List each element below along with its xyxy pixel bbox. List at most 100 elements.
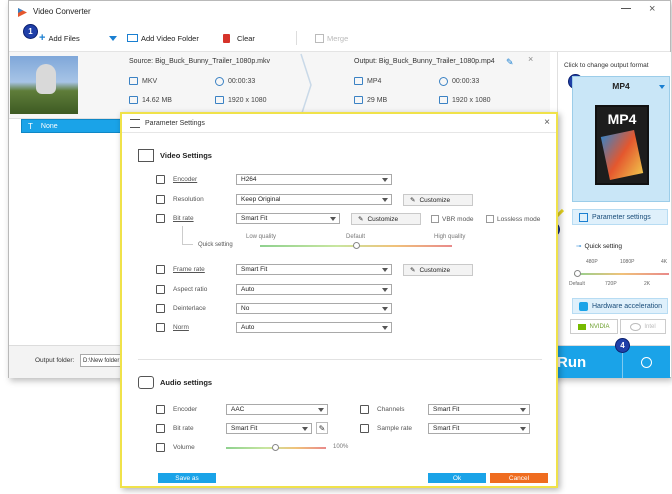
channels-icon — [360, 405, 369, 414]
quick-setting-bracket — [182, 226, 193, 245]
edit-icon[interactable]: ✎ — [506, 57, 514, 68]
quick-setting-slider[interactable] — [574, 273, 669, 275]
alarm-clock-icon — [641, 356, 652, 368]
file-row[interactable]: Source: Big_Buck_Bunny_Trailer_1080p.mkv… — [9, 52, 550, 119]
aspect-ratio-select[interactable]: Auto — [236, 284, 392, 295]
checkbox-box — [431, 215, 439, 223]
parameter-settings-button[interactable]: Parameter settings — [572, 209, 668, 225]
alarm-button[interactable] — [622, 346, 670, 378]
remove-file-icon[interactable]: × — [528, 54, 533, 64]
video-settings-icon — [138, 149, 154, 162]
chevron-down-icon — [520, 427, 526, 431]
output-folder-input[interactable]: D:\New folder — [80, 354, 122, 367]
framerate-row: Frame rate — [156, 265, 233, 274]
speaker-icon — [156, 405, 165, 414]
toolbar-divider — [296, 31, 297, 45]
chevron-down-icon — [520, 408, 526, 412]
chevron-down-icon — [382, 268, 388, 272]
subtitle-dropdown[interactable]: T None — [21, 119, 129, 133]
src-duration: 00:00:33 — [215, 77, 255, 86]
callout-4: 4 — [615, 338, 630, 353]
clock-icon — [439, 77, 448, 86]
chevron-down-icon — [330, 217, 336, 221]
tick-4k: 4K — [661, 259, 668, 265]
nvidia-option[interactable]: NVIDIA — [570, 319, 618, 334]
dialog-title-bar: Parameter Settings × — [122, 114, 556, 133]
ok-button[interactable]: Ok — [428, 473, 486, 483]
video-encoder-select[interactable]: H264 — [236, 174, 392, 185]
encoder-icon — [156, 175, 165, 184]
format-dropdown-arrow-icon — [659, 85, 665, 89]
section-divider — [138, 359, 542, 360]
output-format-label: MP4 — [612, 81, 630, 91]
bitrate-customize-button[interactable]: ✎ Customize — [351, 213, 421, 225]
add-video-folder-button[interactable]: Add Video Folder — [127, 31, 199, 45]
cancel-button[interactable]: Cancel — [490, 473, 548, 483]
quick-setting-label: Quick setting — [198, 242, 233, 248]
samplerate-select[interactable]: Smart Fit — [428, 423, 530, 434]
add-files-button[interactable]: + Add Files — [39, 31, 117, 45]
merge-button[interactable]: Merge — [315, 31, 348, 45]
folder-plus-icon — [127, 34, 138, 42]
tick-480p: 480P — [586, 259, 598, 265]
deinterlace-select[interactable]: No — [236, 303, 392, 314]
sliders-icon — [130, 118, 140, 128]
close-window-icon[interactable]: × — [649, 3, 655, 15]
framerate-customize-button[interactable]: ✎ Customize — [403, 264, 473, 276]
quality-slider-knob[interactable] — [353, 242, 360, 249]
resolution-select[interactable]: Keep Original — [236, 194, 392, 205]
framerate-select[interactable]: Smart Fit — [236, 264, 392, 275]
folder-icon — [129, 96, 138, 104]
chevron-down-icon — [302, 427, 308, 431]
merge-icon — [315, 33, 324, 43]
output-format-selector[interactable]: MP4 MP4 — [572, 76, 670, 202]
out-resolution: 1920 x 1080 — [439, 96, 491, 104]
parameter-settings-label: Parameter settings — [592, 213, 651, 221]
volume-slider-knob[interactable] — [272, 444, 279, 451]
clear-button[interactable]: Clear — [223, 31, 255, 45]
chip-icon — [579, 301, 588, 311]
source-name: Source: Big_Buck_Bunny_Trailer_1080p.mkv — [129, 58, 270, 65]
video-bitrate-row: Bit rate — [156, 214, 233, 223]
out-size: 29 MB — [354, 96, 387, 104]
hardware-acceleration-button[interactable]: Hardware acceleration — [572, 298, 668, 314]
checkbox-box — [486, 215, 494, 223]
parameter-settings-dialog: Parameter Settings × Video Settings Enco… — [120, 112, 558, 488]
src-size: 14.62 MB — [129, 96, 172, 104]
audio-bitrate-edit-icon[interactable]: ✎ — [316, 422, 328, 434]
quick-setting-icon: ⊸ — [576, 243, 582, 250]
audio-encoder-select[interactable]: AAC — [226, 404, 328, 415]
bitrate-icon — [156, 424, 165, 433]
resolution-customize-button[interactable]: ✎ Customize — [403, 194, 473, 206]
run-button[interactable]: Run — [549, 346, 622, 378]
tick-2k: 2K — [644, 281, 651, 287]
audio-bitrate-select[interactable]: Smart Fit — [226, 423, 312, 434]
dropdown-arrow-icon[interactable] — [108, 35, 117, 41]
video-bitrate-select[interactable]: Smart Fit — [236, 213, 340, 224]
mp4-tile-text: MP4 — [607, 111, 637, 127]
out-duration: 00:00:33 — [439, 77, 479, 86]
pencil-icon: ✎ — [410, 267, 416, 274]
quick-setting-knob[interactable] — [574, 270, 581, 277]
tick-default: Default — [569, 281, 585, 287]
pencil-icon: ✎ — [410, 197, 416, 204]
chevron-down-icon — [382, 198, 388, 202]
tick-1080p: 1080P — [620, 259, 635, 265]
audio-encoder-row: Encoder — [156, 405, 233, 414]
channels-row: Channels — [360, 405, 429, 414]
add-video-folder-label: Add Video Folder — [141, 33, 199, 43]
aspect-ratio-row: Aspect ratio — [156, 285, 233, 294]
save-as-button[interactable]: Save as — [158, 473, 216, 483]
dialog-close-icon[interactable]: × — [544, 117, 550, 128]
lossless-mode-checkbox[interactable]: Lossless mode — [486, 215, 540, 223]
pencil-icon: ✎ — [358, 216, 364, 223]
vbr-mode-checkbox[interactable]: VBR mode — [431, 215, 473, 223]
chevron-down-icon — [382, 178, 388, 182]
norm-select[interactable]: Auto — [236, 322, 392, 333]
minimize-icon[interactable] — [621, 8, 631, 9]
chevron-down-icon — [382, 288, 388, 292]
intel-option[interactable]: Intel — [620, 319, 666, 334]
channels-select[interactable]: Smart Fit — [428, 404, 530, 415]
bunny-figure — [36, 64, 56, 94]
clear-label: Clear — [237, 33, 255, 43]
